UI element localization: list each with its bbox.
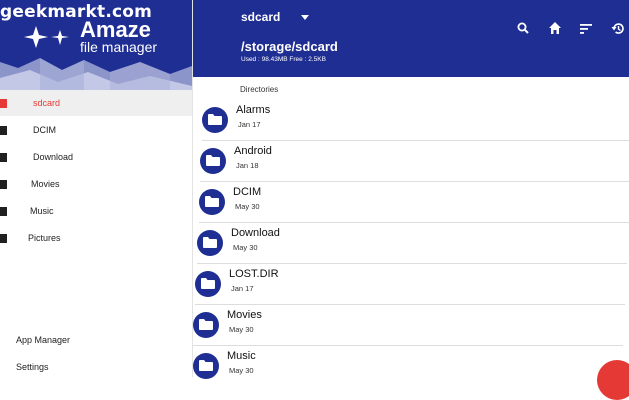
settings-link[interactable]: Settings [16,362,49,372]
folder-date: Jan 17 [231,284,254,293]
folder-date: Jan 18 [236,161,259,170]
app-subtitle: file manager [80,39,158,55]
folder-icon [193,312,219,338]
sort-icon[interactable] [580,24,592,34]
sidebar-item-sdcard[interactable]: sdcard [0,90,192,116]
folder-row-music[interactable]: Music May 30 [193,346,623,386]
storage-usage: Used : 98.43MB Free : 2.5KB [241,56,326,63]
folder-name: Music [227,350,256,362]
folder-row-dcim[interactable]: DCIM May 30 [199,182,629,223]
app-manager-link[interactable]: App Manager [16,335,70,345]
floating-action-button[interactable] [597,360,629,400]
home-icon[interactable] [549,22,561,34]
directories-header: Directories [240,85,279,94]
folder-name: Android [234,145,272,157]
folder-date: May 30 [235,202,260,211]
search-icon[interactable] [517,22,529,34]
folder-icon [0,179,7,189]
history-icon[interactable] [611,22,625,35]
folder-name: Alarms [236,104,271,116]
sidebar-item-movies[interactable]: Movies [0,171,192,197]
folder-date: May 30 [229,366,254,375]
folder-icon [195,271,221,297]
folder-icon [197,230,223,256]
sidebar-item-label: Music [30,206,54,216]
location-title[interactable]: sdcard [241,10,280,24]
folder-icon [0,152,7,162]
folder-name: Download [231,227,280,239]
sidebar-item-label: sdcard [33,98,61,108]
folder-row-android[interactable]: Android Jan 18 [200,141,629,182]
sidebar-item-music[interactable]: Music [0,198,192,224]
folder-icon [0,206,7,216]
folder-icon [0,125,7,135]
sidebar-item-dcim[interactable]: DCIM [0,117,192,143]
folder-row-download[interactable]: Download May 30 [197,223,627,264]
sparkle-logo-icon [24,26,69,48]
navigation-drawer: geekmarkt.com Amaze file manager sdcard … [0,0,193,377]
folder-name: DCIM [233,186,262,198]
folder-row-alarms[interactable]: Alarms Jan 17 [202,100,629,141]
app-bar: sdcard /storage/sdcard Used : 98.43MB Fr… [193,0,629,77]
folder-name: LOST.DIR [229,268,279,280]
folder-row-movies[interactable]: Movies May 30 [193,305,623,346]
dropdown-arrow-icon[interactable] [301,15,309,21]
folder-row-lost-dir[interactable]: LOST.DIR Jan 17 [195,264,625,305]
sidebar-item-label: DCIM [33,125,56,135]
sidebar-item-label: Movies [31,179,60,189]
folder-icon [200,148,226,174]
folder-icon [0,233,7,243]
drawer-header: geekmarkt.com Amaze file manager [0,0,192,96]
storage-icon [0,98,7,108]
folder-date: May 30 [233,243,258,252]
folder-icon [193,353,219,379]
folder-icon [199,189,225,215]
sidebar-item-download[interactable]: Download [0,144,192,170]
folder-date: Jan 17 [238,120,261,129]
sidebar-item-label: Download [33,152,74,162]
sidebar-item-pictures[interactable]: Pictures [0,225,192,251]
current-path: /storage/sdcard [241,39,338,54]
folder-date: May 30 [229,325,254,334]
sidebar-item-label: Pictures [28,233,61,243]
folder-name: Movies [227,309,262,321]
folder-icon [202,107,228,133]
